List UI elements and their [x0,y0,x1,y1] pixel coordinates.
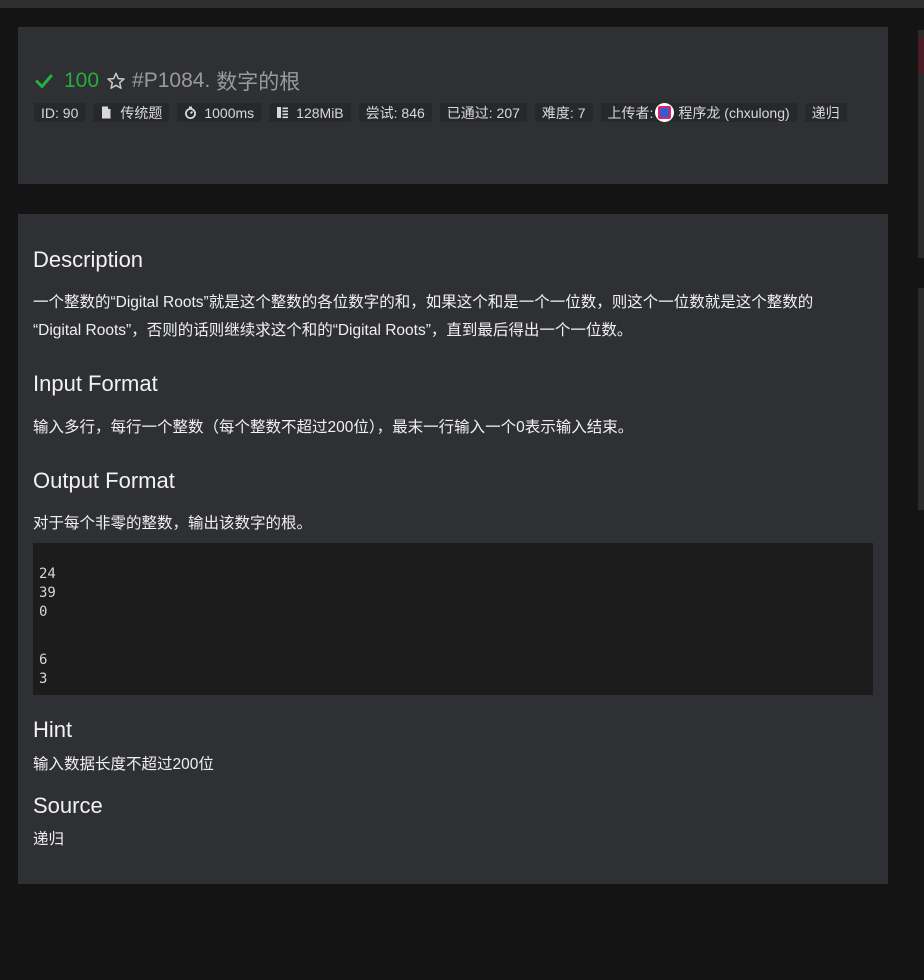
side-panel-bottom [918,288,924,510]
tag-uploader[interactable]: 上传者: 程序龙 (chxulong) [600,103,797,123]
sample-code-block[interactable]: 24 39 0 6 3 [33,543,873,695]
tag-id-text: ID: 90 [41,104,79,121]
description-heading: Description [33,247,144,272]
stopwatch-icon [185,106,197,119]
side-panel-accent [918,36,924,74]
tag-difficulty-text: 难度: 7 [541,104,586,121]
problem-header-card: 100 #P1084. 数字的根 ID: 90 传统题 1000ms 128Mi… [18,27,888,184]
tag-difficulty: 难度: 7 [534,103,593,122]
problem-content-card: Description 一个整数的“Digital Roots”就是这个整数的各… [18,214,888,884]
tag-type: 传统题 [93,103,170,122]
source-text: 递归 [33,831,65,848]
tag-time: 1000ms [177,103,262,122]
file-icon [102,106,111,119]
tag-attempts-text: 尝试: 846 [365,104,425,121]
description-line-2: “Digital Roots”，否则的话则继续求这个和的“Digital Roo… [33,322,633,339]
sample-line: 6 [39,652,48,668]
input-format-heading: Input Format [33,371,158,396]
sample-line: 3 [39,671,48,687]
description-text: 一个整数的“Digital Roots”就是这个整数的各位数字的和，如果这个和是… [33,289,873,345]
tag-attempts: 尝试: 846 [358,103,432,122]
problem-meta: ID: 90 传统题 1000ms 128MiB 尝试: 846 已通过: 20… [34,103,874,122]
avatar[interactable] [655,103,675,122]
tag-memory-text: 128MiB [296,104,344,121]
tag-type-text: 传统题 [120,104,163,121]
description-line-1: 一个整数的“Digital Roots”就是这个整数的各位数字的和，如果这个和是… [33,294,814,311]
tag-accepted-text: 已通过: 207 [446,104,520,121]
tag-memory: 128MiB [269,103,351,122]
tag-id: ID: 90 [34,103,86,122]
side-panel-top [918,30,924,258]
tag-category[interactable]: 递归 [804,103,847,123]
check-icon [35,74,53,88]
problem-name: 数字的根 [216,71,301,94]
problem-title: 100 #P1084. 数字的根 [34,66,300,96]
hint-text: 输入数据长度不超过200位 [33,756,214,773]
sample-line: 0 [39,604,48,620]
problem-id: #P1084. [132,69,211,92]
sample-line [39,641,867,651]
star-icon[interactable] [106,71,126,91]
hint-heading: Hint [33,717,73,742]
input-format-text: 输入多行，每行一个整数（每个整数不超过200位），最末一行输入一个0表示输入结束… [33,419,634,436]
sample-line: 24 [39,566,56,582]
tag-accepted: 已通过: 207 [439,103,527,122]
sample-line [39,622,867,641]
sample-line: 39 [39,585,56,601]
output-format-text: 对于每个非零的整数，输出该数字的根。 [33,515,313,532]
uploader-label: 上传者: [607,104,654,121]
source-heading: Source [33,793,103,818]
output-format-heading: Output Format [33,468,175,493]
problem-score[interactable]: 100 [64,69,99,93]
uploader-name[interactable]: 程序龙 (chxulong) [678,103,789,123]
tag-category-text[interactable]: 递归 [812,103,840,123]
top-bar [0,0,924,8]
memory-icon [277,107,289,119]
tag-time-text: 1000ms [204,104,255,121]
